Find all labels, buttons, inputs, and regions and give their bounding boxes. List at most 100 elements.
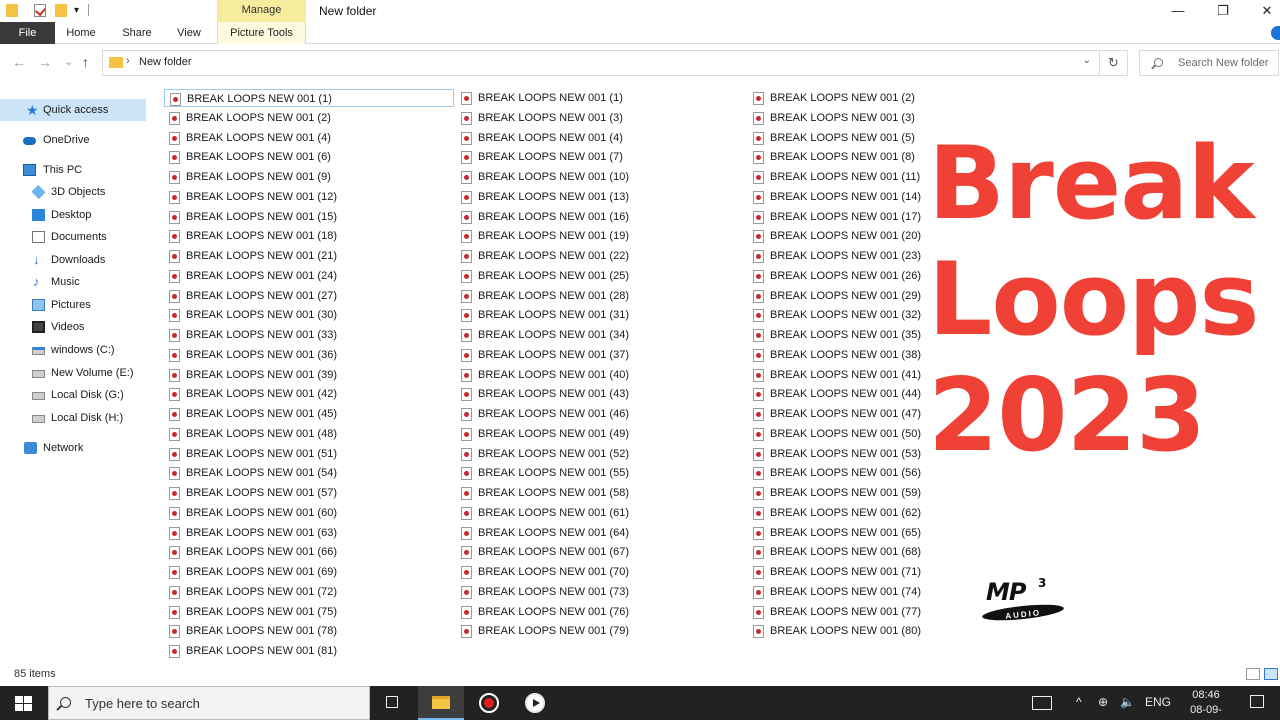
- screen-recorder-taskbar-button[interactable]: [466, 686, 512, 720]
- sidebar-item-quick-access[interactable]: ★ Quick access: [0, 99, 146, 121]
- start-button[interactable]: [0, 686, 46, 720]
- file-item[interactable]: BREAK LOOPS NEW 001 (18): [164, 227, 454, 245]
- file-item[interactable]: BREAK LOOPS NEW 001 (24): [164, 267, 454, 285]
- file-item[interactable]: BREAK LOOPS NEW 001 (25): [456, 267, 746, 285]
- file-item[interactable]: BREAK LOOPS NEW 001 (33): [164, 326, 454, 344]
- tray-chevron-icon[interactable]: ^: [1076, 694, 1082, 710]
- file-item[interactable]: BREAK LOOPS NEW 001 (75): [164, 603, 454, 621]
- file-item[interactable]: BREAK LOOPS NEW 001 (45): [164, 405, 454, 423]
- sidebar-item-new-volume-e[interactable]: New Volume (E:): [0, 362, 146, 384]
- language-indicator[interactable]: ENG: [1145, 694, 1171, 710]
- close-button[interactable]: ✕: [1252, 1, 1280, 21]
- file-item[interactable]: BREAK LOOPS NEW 001 (62): [748, 504, 1038, 522]
- sidebar-item-local-disk-h[interactable]: Local Disk (H:): [0, 407, 146, 429]
- address-field[interactable]: › New folder ⌄: [102, 50, 1100, 76]
- file-item[interactable]: BREAK LOOPS NEW 001 (16): [456, 208, 746, 226]
- file-item[interactable]: BREAK LOOPS NEW 001 (67): [456, 543, 746, 561]
- file-item[interactable]: BREAK LOOPS NEW 001 (70): [456, 563, 746, 581]
- file-item[interactable]: BREAK LOOPS NEW 001 (10): [456, 168, 746, 186]
- file-item[interactable]: BREAK LOOPS NEW 001 (2): [748, 89, 1038, 107]
- file-item[interactable]: BREAK LOOPS NEW 001 (52): [456, 445, 746, 463]
- file-item[interactable]: BREAK LOOPS NEW 001 (9): [164, 168, 454, 186]
- breadcrumb[interactable]: New folder: [139, 56, 192, 68]
- file-item[interactable]: BREAK LOOPS NEW 001 (40): [456, 366, 746, 384]
- file-item[interactable]: BREAK LOOPS NEW 001 (66): [164, 543, 454, 561]
- file-item[interactable]: BREAK LOOPS NEW 001 (1): [456, 89, 746, 107]
- up-button[interactable]: ↑: [82, 54, 89, 70]
- recent-locations-button[interactable]: ⌄: [64, 54, 73, 70]
- volume-icon[interactable]: 🔈: [1120, 694, 1135, 710]
- chevron-down-icon[interactable]: ⌄: [1083, 55, 1091, 66]
- sidebar-item-desktop[interactable]: Desktop: [0, 204, 146, 226]
- file-item[interactable]: BREAK LOOPS NEW 001 (36): [164, 346, 454, 364]
- file-item[interactable]: BREAK LOOPS NEW 001 (42): [164, 385, 454, 403]
- file-item[interactable]: BREAK LOOPS NEW 001 (22): [456, 247, 746, 265]
- file-item[interactable]: BREAK LOOPS NEW 001 (27): [164, 287, 454, 305]
- tab-file[interactable]: File: [0, 22, 55, 44]
- file-item[interactable]: BREAK LOOPS NEW 001 (55): [456, 464, 746, 482]
- file-item[interactable]: BREAK LOOPS NEW 001 (4): [164, 129, 454, 147]
- file-item[interactable]: BREAK LOOPS NEW 001 (43): [456, 385, 746, 403]
- chevron-right-icon[interactable]: ›: [126, 55, 130, 67]
- customize-toolbar-icon[interactable]: ▾: [74, 6, 79, 16]
- file-item[interactable]: BREAK LOOPS NEW 001 (46): [456, 405, 746, 423]
- file-item[interactable]: BREAK LOOPS NEW 001 (76): [456, 603, 746, 621]
- sidebar-item-windows-c[interactable]: windows (C:): [0, 339, 146, 361]
- file-item[interactable]: BREAK LOOPS NEW 001 (1): [164, 89, 454, 107]
- file-item[interactable]: BREAK LOOPS NEW 001 (6): [164, 148, 454, 166]
- keyboard-icon[interactable]: [1032, 696, 1052, 710]
- file-item[interactable]: BREAK LOOPS NEW 001 (34): [456, 326, 746, 344]
- file-item[interactable]: BREAK LOOPS NEW 001 (68): [748, 543, 1038, 561]
- large-icons-view-icon[interactable]: [1264, 668, 1278, 680]
- file-item[interactable]: BREAK LOOPS NEW 001 (3): [456, 109, 746, 127]
- file-item[interactable]: BREAK LOOPS NEW 001 (13): [456, 188, 746, 206]
- file-item[interactable]: BREAK LOOPS NEW 001 (65): [748, 524, 1038, 542]
- task-view-button[interactable]: [370, 686, 416, 720]
- minimize-button[interactable]: —: [1163, 1, 1193, 21]
- file-item[interactable]: BREAK LOOPS NEW 001 (2): [164, 109, 454, 127]
- file-item[interactable]: BREAK LOOPS NEW 001 (64): [456, 524, 746, 542]
- file-item[interactable]: BREAK LOOPS NEW 001 (51): [164, 445, 454, 463]
- tab-share[interactable]: Share: [114, 22, 160, 44]
- maximize-button[interactable]: ❐: [1208, 1, 1238, 21]
- sidebar-item-downloads[interactable]: ↓ Downloads: [0, 249, 146, 271]
- sidebar-item-onedrive[interactable]: OneDrive: [0, 129, 146, 151]
- file-explorer-taskbar-button[interactable]: [418, 686, 464, 720]
- file-item[interactable]: BREAK LOOPS NEW 001 (73): [456, 583, 746, 601]
- file-item[interactable]: BREAK LOOPS NEW 001 (60): [164, 504, 454, 522]
- sidebar-item-pictures[interactable]: Pictures: [0, 294, 146, 316]
- file-item[interactable]: BREAK LOOPS NEW 001 (19): [456, 227, 746, 245]
- details-view-icon[interactable]: [1246, 668, 1260, 680]
- file-item[interactable]: BREAK LOOPS NEW 001 (63): [164, 524, 454, 542]
- file-item[interactable]: BREAK LOOPS NEW 001 (61): [456, 504, 746, 522]
- notification-icon[interactable]: [1250, 695, 1264, 708]
- taskbar-search-input[interactable]: Type here to search: [48, 686, 370, 720]
- file-item[interactable]: BREAK LOOPS NEW 001 (21): [164, 247, 454, 265]
- file-item[interactable]: BREAK LOOPS NEW 001 (81): [164, 642, 454, 660]
- refresh-button[interactable]: ↻: [1100, 50, 1128, 76]
- clock[interactable]: 08:46 08-09-2023: [1178, 688, 1234, 720]
- file-item[interactable]: BREAK LOOPS NEW 001 (28): [456, 287, 746, 305]
- media-player-taskbar-button[interactable]: [512, 686, 558, 720]
- help-icon[interactable]: [1271, 26, 1280, 40]
- folder-icon[interactable]: [6, 4, 18, 17]
- file-item[interactable]: BREAK LOOPS NEW 001 (57): [164, 484, 454, 502]
- search-input[interactable]: Search New folder: [1139, 50, 1279, 76]
- file-item[interactable]: BREAK LOOPS NEW 001 (4): [456, 129, 746, 147]
- file-item[interactable]: BREAK LOOPS NEW 001 (12): [164, 188, 454, 206]
- sidebar-item-3d-objects[interactable]: 3D Objects: [0, 181, 146, 203]
- sidebar-item-local-disk-g[interactable]: Local Disk (G:): [0, 384, 146, 406]
- file-item[interactable]: BREAK LOOPS NEW 001 (49): [456, 425, 746, 443]
- properties-icon[interactable]: [34, 4, 46, 17]
- tab-home[interactable]: Home: [58, 22, 104, 44]
- file-item[interactable]: BREAK LOOPS NEW 001 (39): [164, 366, 454, 384]
- file-item[interactable]: BREAK LOOPS NEW 001 (69): [164, 563, 454, 581]
- network-tray-icon[interactable]: ⊕: [1098, 694, 1108, 710]
- file-item[interactable]: BREAK LOOPS NEW 001 (15): [164, 208, 454, 226]
- back-button[interactable]: ←: [12, 54, 26, 70]
- file-item[interactable]: BREAK LOOPS NEW 001 (31): [456, 306, 746, 324]
- file-item[interactable]: BREAK LOOPS NEW 001 (58): [456, 484, 746, 502]
- file-item[interactable]: BREAK LOOPS NEW 001 (80): [748, 622, 1038, 640]
- file-item[interactable]: BREAK LOOPS NEW 001 (54): [164, 464, 454, 482]
- new-folder-icon[interactable]: [55, 4, 67, 17]
